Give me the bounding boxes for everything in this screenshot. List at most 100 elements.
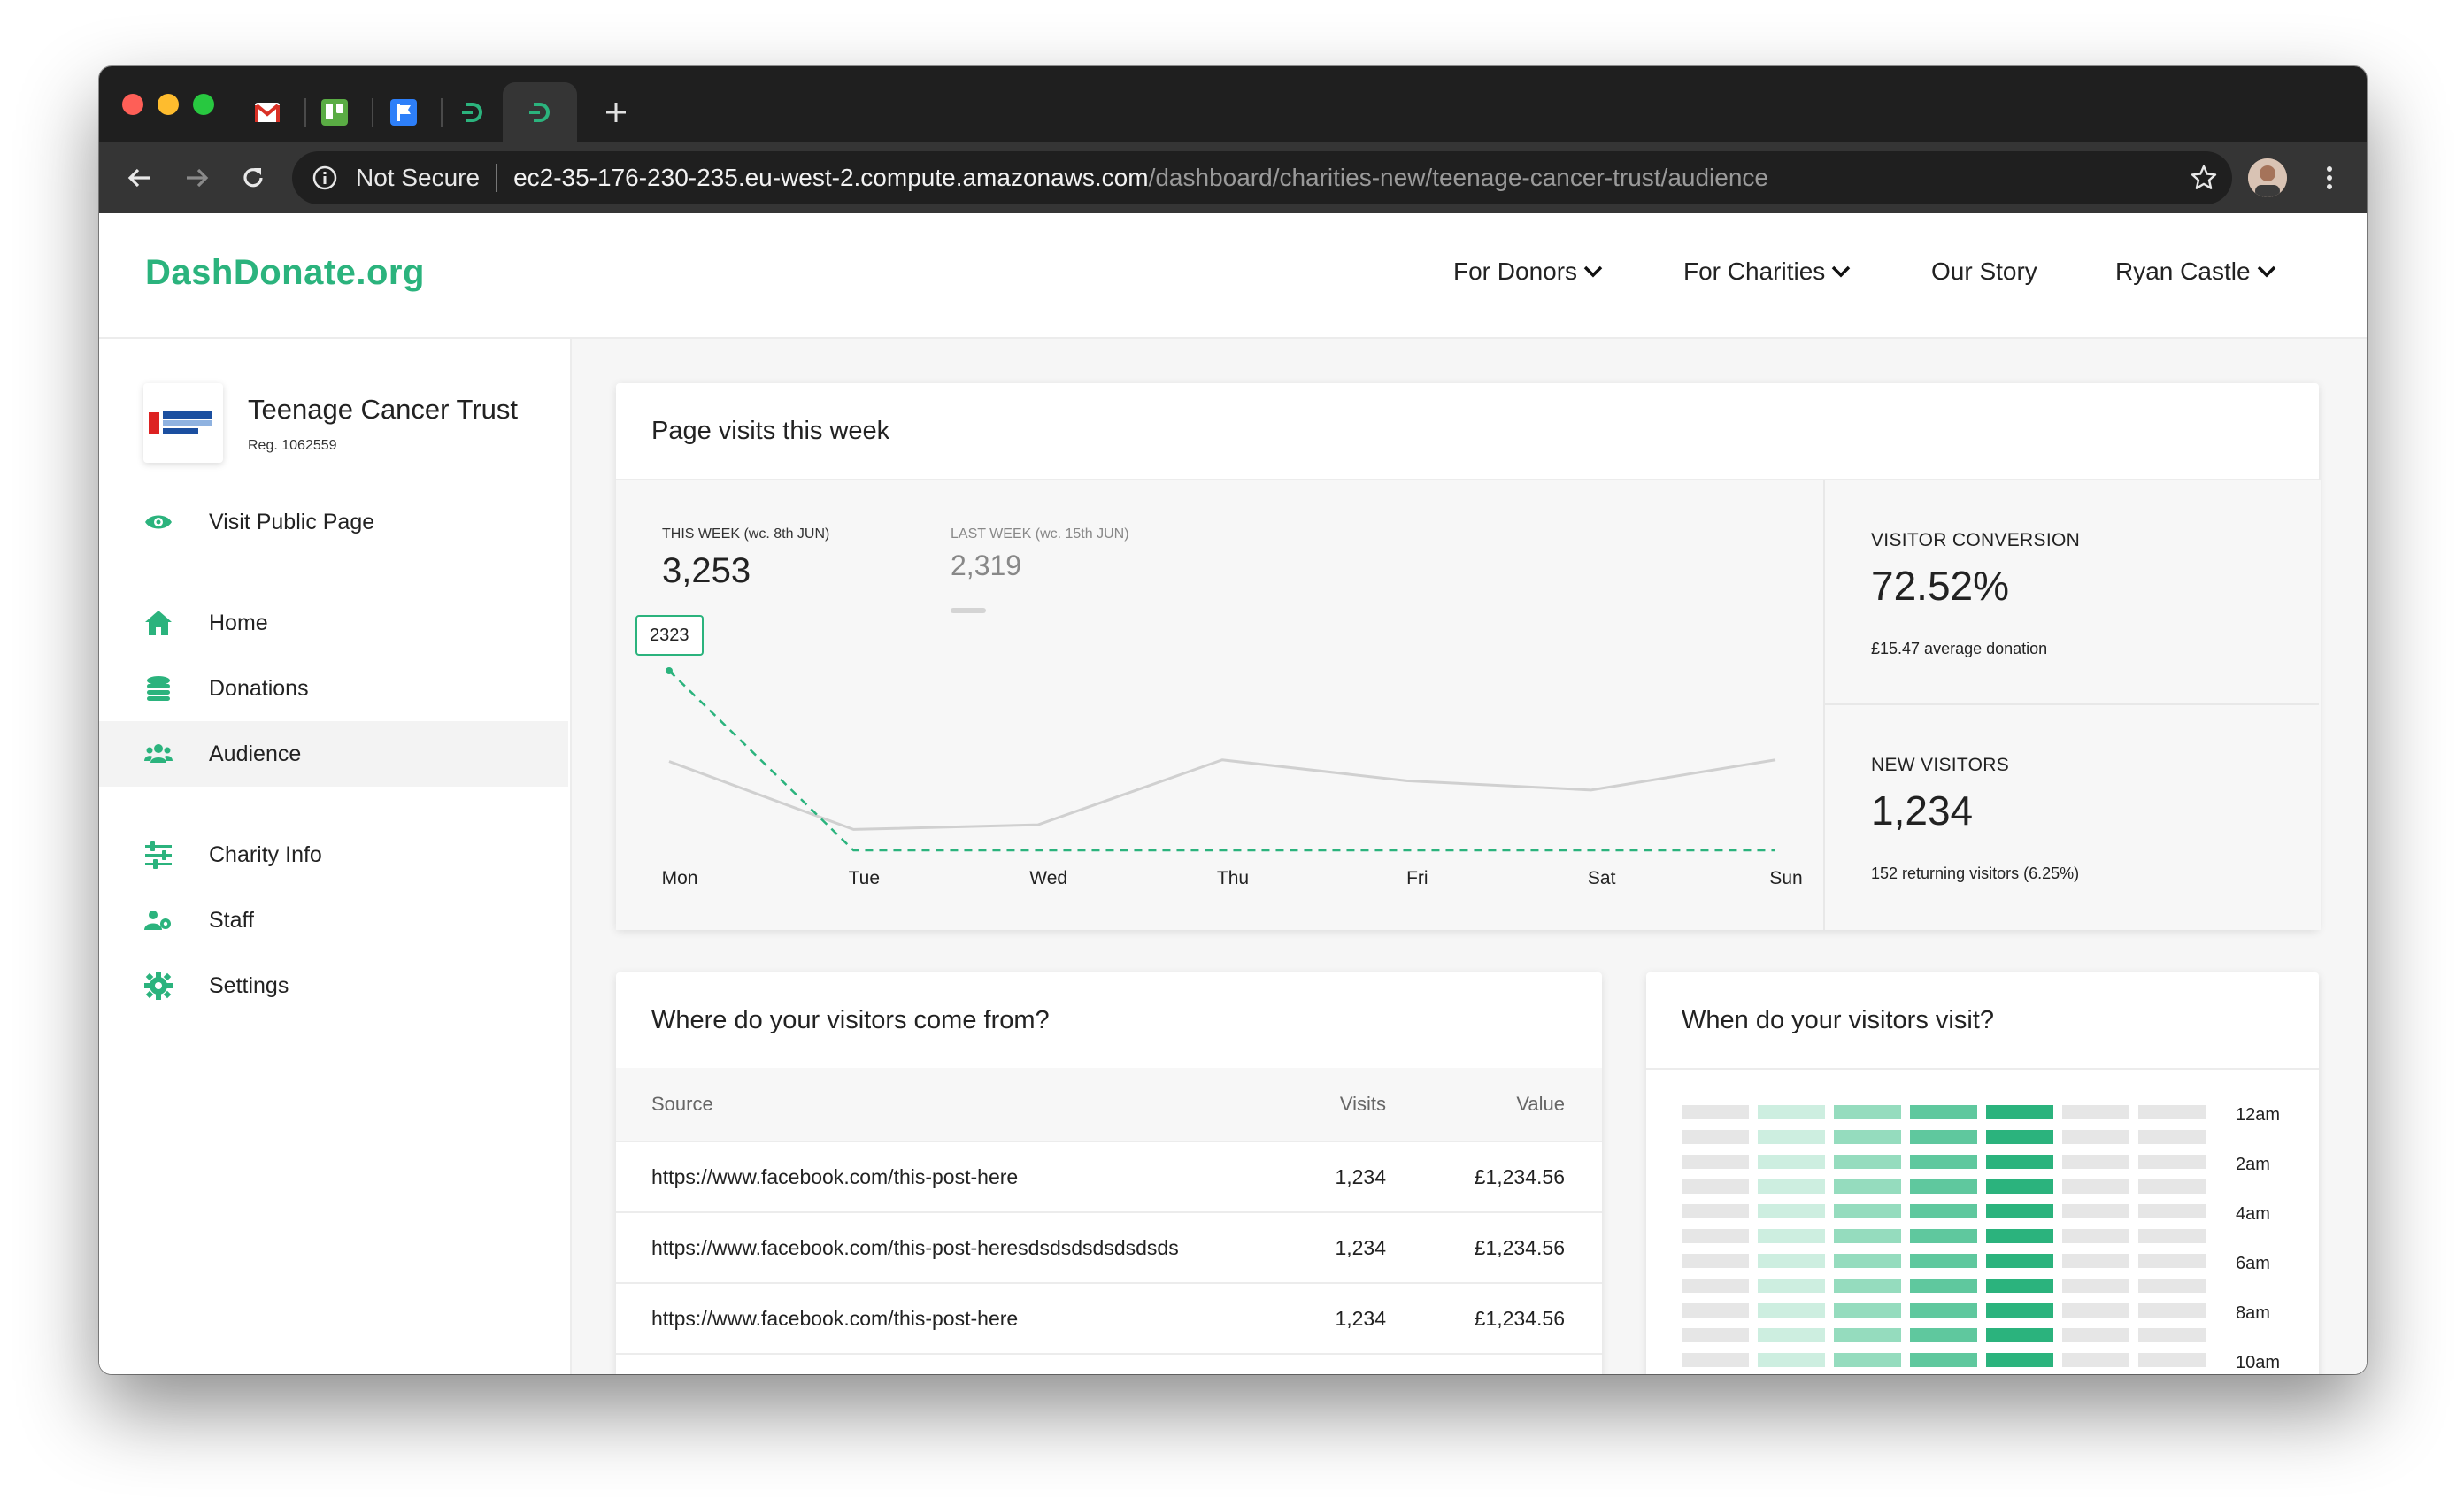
heatmap-cell[interactable] <box>1758 1254 1825 1268</box>
heatmap-cell[interactable] <box>1682 1229 1749 1243</box>
sidebar-item-settings[interactable]: Settings <box>99 953 568 1018</box>
heatmap-cell[interactable] <box>1910 1130 1977 1144</box>
heatmap-cell[interactable] <box>1834 1229 1901 1243</box>
heatmap-cell[interactable] <box>1834 1179 1901 1194</box>
nav-our-story[interactable]: Our Story <box>1931 257 2037 286</box>
heatmap-cell[interactable] <box>1834 1279 1901 1293</box>
source-url[interactable]: https://www.facebook.com/this-post-heres… <box>616 1212 1261 1284</box>
heatmap-cell[interactable] <box>1834 1328 1901 1342</box>
heatmap-cell[interactable] <box>2062 1105 2129 1119</box>
forward-button[interactable] <box>177 158 216 197</box>
heatmap-cell[interactable] <box>2062 1229 2129 1243</box>
gmail-tab[interactable] <box>243 82 292 142</box>
sidebar-item-home[interactable]: Home <box>99 590 568 656</box>
back-button[interactable] <box>120 158 159 197</box>
heatmap-cell[interactable] <box>1758 1328 1825 1342</box>
heatmap-cell[interactable] <box>1682 1179 1749 1194</box>
heatmap-cell[interactable] <box>1986 1130 2053 1144</box>
heatmap-cell[interactable] <box>1910 1179 1977 1194</box>
heatmap-cell[interactable] <box>2138 1179 2206 1194</box>
heatmap-cell[interactable] <box>2138 1229 2206 1243</box>
heatmap-cell[interactable] <box>1986 1204 2053 1218</box>
heatmap-cell[interactable] <box>1758 1204 1825 1218</box>
table-row[interactable]: https://www.facebook.com/this-post-here … <box>616 1141 1602 1213</box>
source-url[interactable]: https://www.facebook.com/this-post-here <box>616 1283 1261 1355</box>
heatmap-cell[interactable] <box>1682 1105 1749 1119</box>
heatmap-cell[interactable] <box>1758 1279 1825 1293</box>
heatmap-cell[interactable] <box>2138 1328 2206 1342</box>
trello-tab[interactable] <box>310 82 359 142</box>
browser-menu-button[interactable] <box>2310 158 2349 197</box>
heatmap-cell[interactable] <box>1758 1303 1825 1318</box>
heatmap-cell[interactable] <box>2138 1254 2206 1268</box>
table-row[interactable]: https://www.facebook.com/this-post-here … <box>616 1283 1602 1355</box>
heatmap-cell[interactable] <box>2062 1130 2129 1144</box>
heatmap-cell[interactable] <box>1682 1303 1749 1318</box>
heatmap-cell[interactable] <box>2138 1204 2206 1218</box>
heatmap-cell[interactable] <box>1682 1155 1749 1169</box>
heatmap-cell[interactable] <box>1986 1155 2053 1169</box>
heatmap-cell[interactable] <box>1986 1328 2053 1342</box>
heatmap-cell[interactable] <box>1834 1130 1901 1144</box>
heatmap-cell[interactable] <box>1986 1353 2053 1367</box>
heatmap-cell[interactable] <box>2138 1353 2206 1367</box>
heatmap-cell[interactable] <box>1910 1204 1977 1218</box>
heatmap-cell[interactable] <box>1682 1328 1749 1342</box>
heatmap-cell[interactable] <box>2062 1155 2129 1169</box>
maximize-window-button[interactable] <box>193 94 214 115</box>
heatmap-cell[interactable] <box>1910 1229 1977 1243</box>
heatmap-cell[interactable] <box>1834 1254 1901 1268</box>
site-logo[interactable]: DashDonate.org <box>145 253 425 293</box>
heatmap-cell[interactable] <box>1834 1353 1901 1367</box>
heatmap-cell[interactable] <box>1986 1105 2053 1119</box>
heatmap-cell[interactable] <box>1986 1179 2053 1194</box>
heatmap-cell[interactable] <box>1758 1229 1825 1243</box>
heatmap-cell[interactable] <box>1986 1279 2053 1293</box>
heatmap-cell[interactable] <box>1986 1303 2053 1318</box>
heatmap-cell[interactable] <box>1986 1254 2053 1268</box>
new-tab-button[interactable] <box>591 82 641 142</box>
heatmap-cell[interactable] <box>2138 1105 2206 1119</box>
sidebar-item-donations[interactable]: Donations <box>99 656 568 721</box>
sidebar-item-visit-public-page[interactable]: Visit Public Page <box>99 489 568 555</box>
nav-for-donors[interactable]: For Donors <box>1453 257 1604 286</box>
heatmap-cell[interactable] <box>1682 1279 1749 1293</box>
heatmap-cell[interactable] <box>1758 1155 1825 1169</box>
heatmap-cell[interactable] <box>2062 1204 2129 1218</box>
close-window-button[interactable] <box>122 94 143 115</box>
heatmap-cell[interactable] <box>1910 1254 1977 1268</box>
sidebar-item-charity-info[interactable]: Charity Info <box>99 822 568 887</box>
heatmap-cell[interactable] <box>1910 1328 1977 1342</box>
heatmap-cell[interactable] <box>1910 1303 1977 1318</box>
star-icon[interactable] <box>2190 164 2218 192</box>
profile-avatar[interactable] <box>2248 158 2287 197</box>
heatmap-cell[interactable] <box>1834 1303 1901 1318</box>
heatmap-cell[interactable] <box>1910 1105 1977 1119</box>
security-label[interactable]: Not Secure <box>356 164 480 192</box>
heatmap-cell[interactable] <box>1682 1353 1749 1367</box>
heatmap-cell[interactable] <box>2138 1130 2206 1144</box>
heatmap-cell[interactable] <box>2062 1328 2129 1342</box>
heatmap-cell[interactable] <box>2062 1353 2129 1367</box>
heatmap-cell[interactable] <box>2138 1303 2206 1318</box>
sidebar-item-audience[interactable]: Audience <box>99 721 568 787</box>
heatmap-cell[interactable] <box>1758 1130 1825 1144</box>
source-url[interactable]: https://www.facebook.com/this-post-here <box>616 1141 1261 1213</box>
info-icon[interactable] <box>312 165 338 191</box>
sidebar-item-staff[interactable]: Staff <box>99 887 568 953</box>
heatmap-cell[interactable] <box>1758 1105 1825 1119</box>
dashdonate-tab-2[interactable] <box>503 82 577 142</box>
heatmap-cell[interactable] <box>2138 1155 2206 1169</box>
heatmap-cell[interactable] <box>1834 1105 1901 1119</box>
reload-button[interactable] <box>234 158 273 197</box>
table-row[interactable]: https://www.facebook.com/this-post-heres… <box>616 1212 1602 1284</box>
heatmap-cell[interactable] <box>1682 1130 1749 1144</box>
nav-user-menu[interactable]: Ryan Castle <box>2115 257 2277 286</box>
heatmap-cell[interactable] <box>1910 1353 1977 1367</box>
heatmap-cell[interactable] <box>2062 1254 2129 1268</box>
nav-for-charities[interactable]: For Charities <box>1683 257 1852 286</box>
heatmap-cell[interactable] <box>1758 1353 1825 1367</box>
heatmap-cell[interactable] <box>2062 1303 2129 1318</box>
heatmap-cell[interactable] <box>1834 1204 1901 1218</box>
dashdonate-tab-1[interactable] <box>448 82 497 142</box>
